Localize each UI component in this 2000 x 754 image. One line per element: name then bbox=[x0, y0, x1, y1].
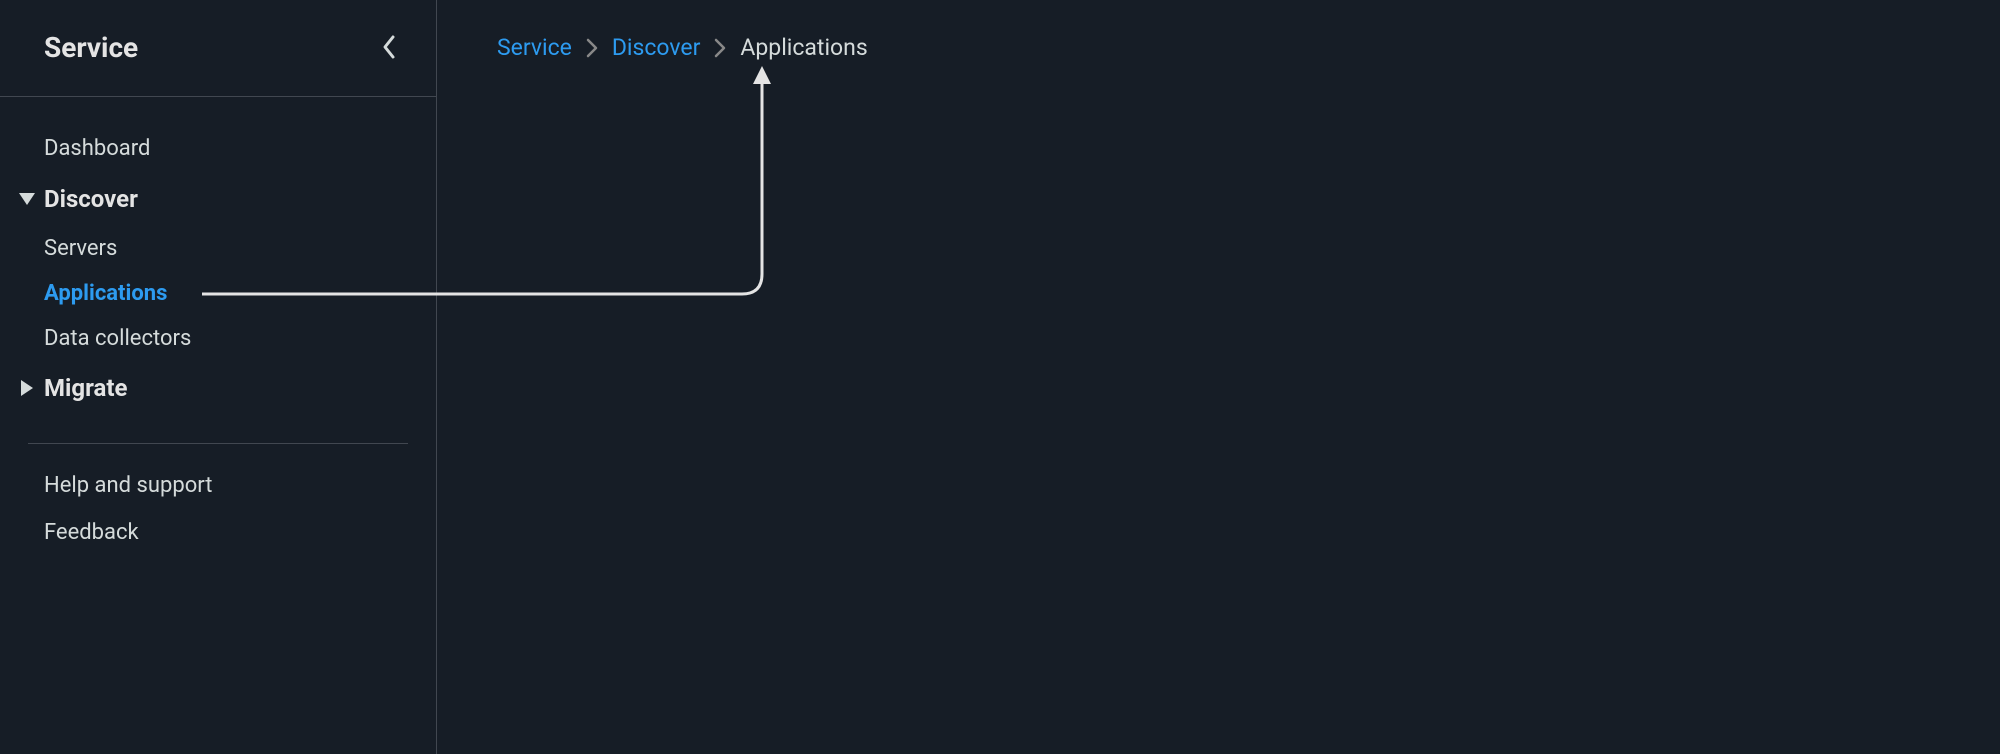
sidebar-item-label: Feedback bbox=[44, 520, 139, 545]
sidebar-section-discover[interactable]: Discover bbox=[0, 172, 436, 226]
sidebar-title: Service bbox=[44, 31, 138, 64]
sidebar-item-label: Help and support bbox=[44, 473, 212, 498]
chevron-right-icon bbox=[586, 38, 598, 58]
sidebar-divider bbox=[28, 443, 408, 444]
caret-right-icon bbox=[18, 379, 36, 397]
main-content: Service Discover Applications bbox=[437, 0, 2000, 754]
sidebar-item-servers[interactable]: Servers bbox=[0, 226, 436, 271]
sidebar-item-applications[interactable]: Applications bbox=[0, 271, 436, 316]
chevron-right-icon bbox=[714, 38, 726, 58]
caret-down-icon bbox=[18, 190, 36, 208]
sidebar-item-data-collectors[interactable]: Data collectors bbox=[0, 316, 436, 361]
sidebar-section-migrate[interactable]: Migrate bbox=[0, 361, 436, 415]
chevron-left-icon bbox=[381, 34, 397, 60]
sidebar-section-label: Discover bbox=[44, 185, 138, 213]
sidebar-section-label: Migrate bbox=[44, 374, 127, 402]
sidebar-item-label: Applications bbox=[44, 281, 167, 306]
breadcrumb: Service Discover Applications bbox=[497, 34, 2000, 61]
sidebar-item-help[interactable]: Help and support bbox=[0, 462, 436, 509]
sidebar: Service Dashboard Discover Servers Appli… bbox=[0, 0, 437, 754]
sidebar-item-label: Servers bbox=[44, 236, 117, 261]
breadcrumb-applications: Applications bbox=[740, 34, 867, 61]
sidebar-item-dashboard[interactable]: Dashboard bbox=[0, 125, 436, 172]
sidebar-nav: Dashboard Discover Servers Applications … bbox=[0, 97, 436, 556]
sidebar-collapse-button[interactable] bbox=[372, 30, 406, 64]
sidebar-item-feedback[interactable]: Feedback bbox=[0, 509, 436, 556]
breadcrumb-discover[interactable]: Discover bbox=[612, 34, 701, 61]
breadcrumb-service[interactable]: Service bbox=[497, 34, 572, 61]
sidebar-header: Service bbox=[0, 0, 436, 97]
sidebar-item-label: Dashboard bbox=[44, 136, 150, 161]
sidebar-item-label: Data collectors bbox=[44, 326, 191, 351]
